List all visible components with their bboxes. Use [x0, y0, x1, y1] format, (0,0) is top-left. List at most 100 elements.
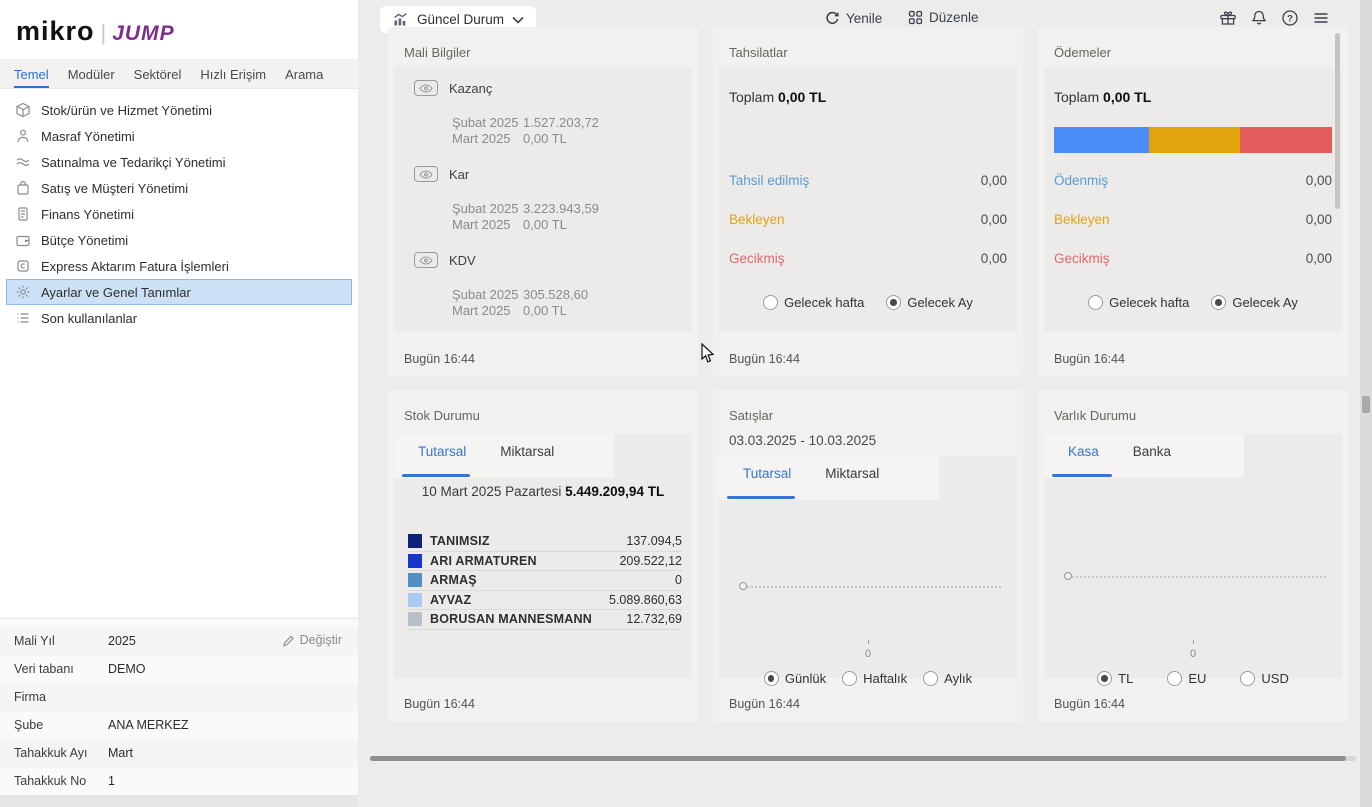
tab-moduler[interactable]: Modüler: [68, 67, 115, 88]
radio-haftalik[interactable]: Haftalık: [842, 671, 907, 686]
stock-row-ari-armaturen[interactable]: ARI ARMATUREN 209.522,12: [408, 552, 682, 572]
sidebar-item-butce[interactable]: Bütçe Yönetimi: [6, 227, 352, 253]
tab-miktarsal[interactable]: Miktarsal: [500, 444, 554, 478]
radio-eu[interactable]: EU: [1167, 671, 1206, 686]
radio-icon[interactable]: [923, 671, 938, 686]
radio-label: Gelecek hafta: [784, 295, 864, 310]
radio-icon[interactable]: [1167, 671, 1182, 686]
help-icon[interactable]: ?: [1281, 9, 1299, 27]
card-odemeler: Ödemeler Toplam 0,00 TL Ödenmiş 0,00 Bek…: [1038, 27, 1348, 377]
session-label: Tahakkuk Ayı: [14, 746, 108, 760]
status-label[interactable]: Bekleyen: [1054, 212, 1110, 227]
sales-flat-line-chart: [743, 586, 1001, 588]
tab-tutarsal[interactable]: Tutarsal: [418, 444, 466, 478]
sales-period-radio-group: Günlük Haftalık Aylık: [713, 671, 1023, 686]
horizontal-scrollbar[interactable]: [370, 756, 1356, 761]
radio-gunluk[interactable]: Günlük: [764, 671, 826, 686]
stock-list: TANIMSIZ 137.094,5 ARI ARMATUREN 209.522…: [408, 532, 682, 630]
session-value: ANA MERKEZ: [108, 718, 189, 732]
tab-kasa[interactable]: Kasa: [1068, 444, 1099, 478]
eye-icon[interactable]: [414, 252, 438, 268]
radio-icon[interactable]: [763, 295, 778, 310]
status-row-bekleyen: Bekleyen 0,00: [729, 212, 1007, 227]
stock-row-ayvaz[interactable]: AYVAZ 5.089.860,63: [408, 591, 682, 611]
person-icon: [15, 128, 31, 144]
eye-icon[interactable]: [414, 80, 438, 96]
stock-name: ARI ARMATUREN: [430, 554, 537, 568]
radio-gelecek-ay[interactable]: Gelecek Ay: [1211, 295, 1298, 310]
horizontal-scrollbar-thumb[interactable]: [370, 756, 1346, 761]
change-fiscal-year-link[interactable]: Değiştir: [282, 633, 342, 647]
sidebar-item-express-fatura[interactable]: Express Aktarım Fatura İşlemleri: [6, 253, 352, 279]
session-value: 2025: [108, 634, 136, 648]
radio-gelecek-hafta[interactable]: Gelecek hafta: [763, 295, 864, 310]
radio-label: TL: [1118, 671, 1133, 686]
sidebar-item-satinalma[interactable]: Satınalma ve Tedarikçi Yönetimi: [6, 149, 352, 175]
active-tab-underline: [727, 496, 795, 499]
status-label[interactable]: Bekleyen: [729, 212, 785, 227]
sidebar-item-son-kullanilanlar[interactable]: Son kullanılanlar: [6, 305, 352, 331]
tab-tutarsal[interactable]: Tutarsal: [743, 466, 791, 500]
sales-tabs: Tutarsal Miktarsal: [719, 456, 939, 500]
period-line: Mart 2025: [452, 303, 519, 319]
radio-gelecek-ay[interactable]: Gelecek Ay: [886, 295, 973, 310]
tab-arama[interactable]: Arama: [285, 67, 323, 88]
status-label[interactable]: Gecikmiş: [1054, 251, 1110, 266]
topbar-icon-group: ?: [1219, 9, 1330, 27]
radio-label: Haftalık: [863, 671, 907, 686]
radio-icon[interactable]: [1088, 295, 1103, 310]
radio-gelecek-hafta[interactable]: Gelecek hafta: [1088, 295, 1189, 310]
tab-temel[interactable]: Temel: [14, 67, 49, 88]
edit-layout-button[interactable]: Düzenle: [908, 10, 979, 25]
radio-icon[interactable]: [1240, 671, 1255, 686]
card-tahsilatlar: Tahsilatlar Toplam 0,00 TL Tahsil edilmi…: [713, 27, 1023, 377]
gift-icon[interactable]: [1219, 9, 1237, 27]
card-content: [719, 67, 1017, 332]
tab-miktarsal[interactable]: Miktarsal: [825, 466, 879, 500]
stock-row-tanimsiz[interactable]: TANIMSIZ 137.094,5: [408, 532, 682, 552]
total-label: Toplam: [1054, 89, 1099, 105]
menu-icon[interactable]: [1312, 9, 1330, 27]
status-label[interactable]: Ödenmiş: [1054, 173, 1108, 188]
radio-tl[interactable]: TL: [1097, 671, 1133, 686]
radio-icon[interactable]: [886, 295, 901, 310]
sidebar-item-label: Satış ve Müşteri Yönetimi: [41, 181, 188, 196]
radio-icon[interactable]: [1097, 671, 1112, 686]
status-label[interactable]: Tahsil edilmiş: [729, 173, 809, 188]
fin-section-kazanc: Kazanç: [414, 80, 492, 96]
tab-hizli-erisim[interactable]: Hızlı Erişim: [200, 67, 266, 88]
stok-tabs: Tutarsal Miktarsal: [394, 434, 614, 478]
card-title: Mali Bilgiler: [404, 45, 470, 60]
color-swatch: [408, 554, 422, 568]
color-swatch: [408, 593, 422, 607]
sidebar-bottom-strip: [0, 795, 358, 807]
stock-row-armas[interactable]: ARMAŞ 0: [408, 571, 682, 591]
axis-tick: [1193, 640, 1194, 644]
vertical-scrollbar-thumb[interactable]: [1335, 33, 1340, 209]
sidebar-item-finans[interactable]: Finans Yönetimi: [6, 201, 352, 227]
sidebar-item-satis[interactable]: Satış ve Müşteri Yönetimi: [6, 175, 352, 201]
radio-icon[interactable]: [764, 671, 779, 686]
radio-icon[interactable]: [842, 671, 857, 686]
tab-banka[interactable]: Banka: [1133, 444, 1171, 478]
sidebar-item-stok-urun[interactable]: Stok/ürün ve Hizmet Yönetimi: [6, 97, 352, 123]
session-value: 1: [108, 774, 115, 788]
total-line: Toplam 0,00 TL: [1054, 89, 1151, 105]
radio-aylik[interactable]: Aylık: [923, 671, 972, 686]
stock-row-borusan[interactable]: BORUSAN MANNESMANN 12.732,69: [408, 610, 682, 630]
card-mali-bilgiler: Mali Bilgiler Kazanç Şubat 2025 Mart 202…: [388, 27, 698, 377]
window-scrollbar-handle[interactable]: [1362, 396, 1370, 413]
status-label[interactable]: Gecikmiş: [729, 251, 785, 266]
value-line: 3.223.943,59: [523, 201, 599, 217]
color-swatch: [408, 612, 422, 626]
card-updated-time: Bugün 16:44: [729, 352, 800, 366]
sidebar-item-ayarlar[interactable]: Ayarlar ve Genel Tanımlar: [6, 279, 352, 305]
eye-icon[interactable]: [414, 166, 438, 182]
tab-sektorel[interactable]: Sektörel: [134, 67, 182, 88]
sidebar-item-masraf[interactable]: Masraf Yönetimi: [6, 123, 352, 149]
refresh-button[interactable]: Yenile: [824, 10, 882, 26]
radio-icon[interactable]: [1211, 295, 1226, 310]
bell-icon[interactable]: [1250, 9, 1268, 27]
radio-usd[interactable]: USD: [1240, 671, 1288, 686]
card-updated-time: Bugün 16:44: [729, 697, 800, 711]
